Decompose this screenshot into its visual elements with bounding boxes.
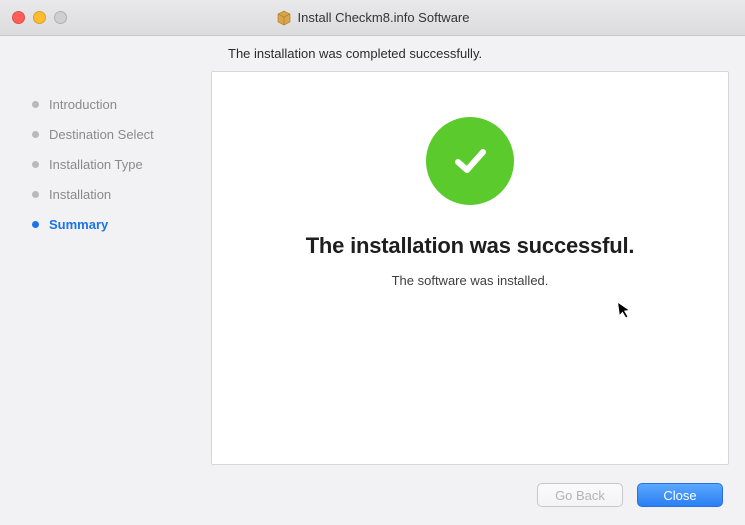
sidebar-step-installation: Installation bbox=[32, 179, 205, 209]
go-back-button: Go Back bbox=[537, 483, 623, 507]
close-window-button[interactable] bbox=[12, 11, 25, 24]
content-row: Introduction Destination Select Installa… bbox=[0, 71, 745, 471]
success-subline: The software was installed. bbox=[392, 273, 549, 288]
success-headline: The installation was successful. bbox=[306, 233, 635, 259]
sidebar-step-label: Introduction bbox=[49, 97, 117, 112]
window-title: Install Checkm8.info Software bbox=[298, 10, 470, 25]
cursor-icon bbox=[616, 299, 634, 326]
sidebar-step-introduction: Introduction bbox=[32, 89, 205, 119]
traffic-lights bbox=[12, 11, 67, 24]
package-icon bbox=[276, 10, 292, 26]
sidebar-step-label: Summary bbox=[49, 217, 108, 232]
window-body: The installation was completed successfu… bbox=[0, 36, 745, 525]
bullet-icon bbox=[32, 191, 39, 198]
installer-window: Install Checkm8.info Software The instal… bbox=[0, 0, 745, 525]
main-panel: The installation was successful. The sof… bbox=[211, 71, 729, 465]
success-check-icon bbox=[426, 117, 514, 205]
bullet-icon bbox=[32, 221, 39, 228]
close-button[interactable]: Close bbox=[637, 483, 723, 507]
sidebar-step-label: Installation Type bbox=[49, 157, 143, 172]
installer-sidebar: Introduction Destination Select Installa… bbox=[16, 71, 211, 465]
subheader-text: The installation was completed successfu… bbox=[0, 36, 745, 71]
sidebar-step-label: Destination Select bbox=[49, 127, 154, 142]
footer-buttons: Go Back Close bbox=[0, 471, 745, 525]
sidebar-step-destination-select: Destination Select bbox=[32, 119, 205, 149]
titlebar[interactable]: Install Checkm8.info Software bbox=[0, 0, 745, 36]
window-title-area: Install Checkm8.info Software bbox=[12, 10, 733, 26]
sidebar-step-summary: Summary bbox=[32, 209, 205, 239]
bullet-icon bbox=[32, 101, 39, 108]
bullet-icon bbox=[32, 161, 39, 168]
bullet-icon bbox=[32, 131, 39, 138]
minimize-window-button[interactable] bbox=[33, 11, 46, 24]
sidebar-step-installation-type: Installation Type bbox=[32, 149, 205, 179]
sidebar-step-label: Installation bbox=[49, 187, 111, 202]
maximize-window-button bbox=[54, 11, 67, 24]
